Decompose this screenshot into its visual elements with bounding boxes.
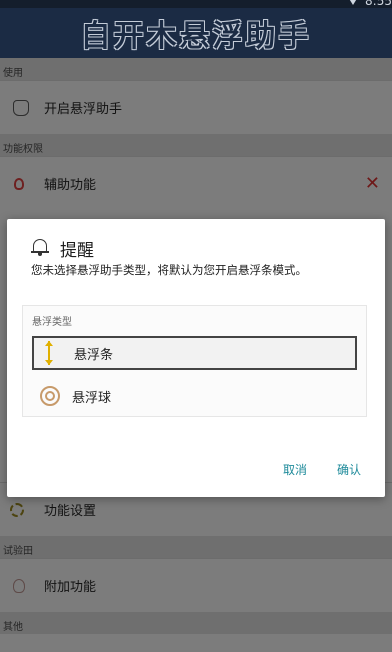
float-ball-option[interactable]: 悬浮球 [32,379,357,413]
float-type-label: 悬浮类型 [32,317,72,328]
status-time: 8:55 [365,0,392,8]
section-header-use: 使用 [0,58,392,80]
bell-icon [31,237,49,256]
open-float-label: 开启悬浮助手 [44,102,123,117]
section-header-permissions: 功能权限 [0,134,392,156]
extra-function-item[interactable]: 附加功能 [0,558,392,612]
vertical-bar-icon [45,341,53,365]
close-icon: ✕ [364,173,380,194]
status-bar: 8:55 [0,0,392,8]
cancel-button[interactable]: 取消 [283,461,307,478]
lightbulb-icon [13,578,25,593]
accessibility-label: 辅助功能 [44,178,97,193]
float-type-group: 悬浮类型 悬浮条 悬浮球 [22,305,367,417]
app-title: 自开木悬浮助手 [80,19,312,54]
section-header-other: 其他 [0,612,392,634]
function-settings-label: 功能设置 [44,504,97,519]
ball-icon [40,386,60,406]
dialog-title: 提醒 [60,241,94,261]
section-header-trial: 试验田 [0,536,392,558]
hand-pointer-icon [13,99,29,116]
accessibility-item[interactable]: 辅助功能 ✕ [0,156,392,210]
confirm-button[interactable]: 确认 [337,461,361,478]
lightbulb-icon [14,177,24,190]
app-header: 自开木悬浮助手 [0,8,392,58]
gear-icon [10,502,24,517]
extra-function-label: 附加功能 [44,580,97,595]
open-float-item[interactable]: 开启悬浮助手 [0,80,392,134]
wifi-icon [348,0,358,5]
float-bar-option[interactable]: 悬浮条 [32,336,357,370]
float-ball-label: 悬浮球 [72,390,112,406]
reminder-dialog: 提醒 您未选择悬浮助手类型，将默认为您开启悬浮条模式。 悬浮类型 悬浮条 悬浮球… [7,219,385,497]
dialog-message: 您未选择悬浮助手类型，将默认为您开启悬浮条模式。 [31,263,307,277]
float-bar-label: 悬浮条 [74,347,114,363]
